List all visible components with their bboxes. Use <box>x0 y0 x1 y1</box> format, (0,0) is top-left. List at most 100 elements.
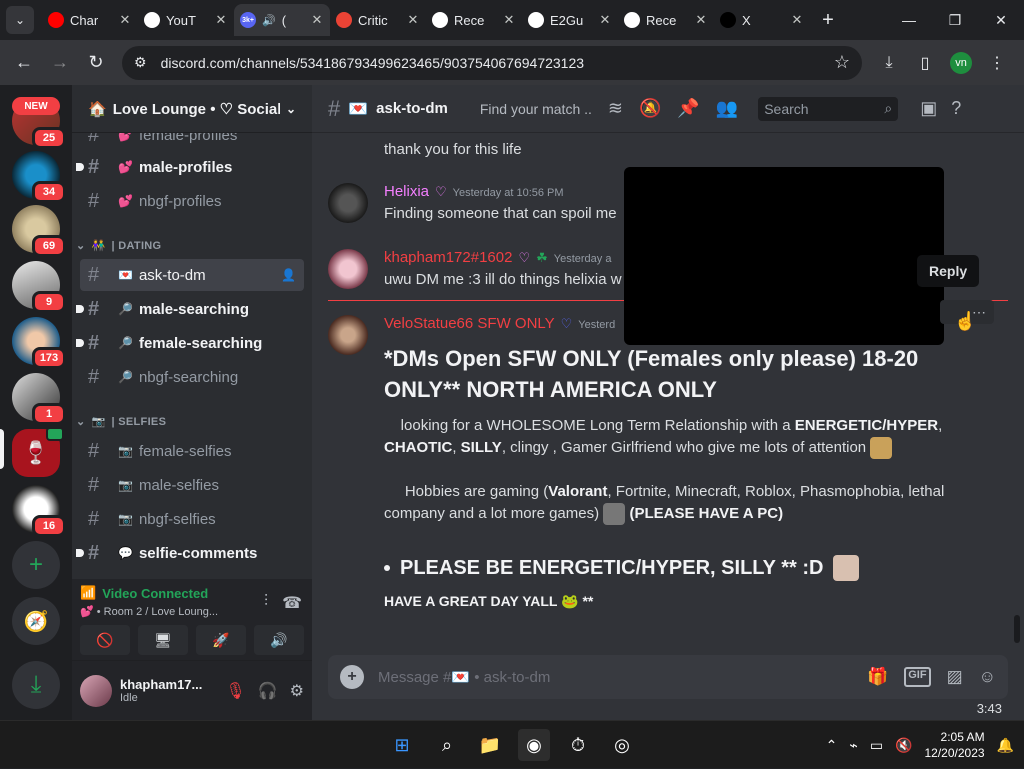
new-tab-button[interactable]: + <box>814 6 842 34</box>
network-icon[interactable]: ⌁ <box>849 737 857 754</box>
clock[interactable]: 2:05 AM 12/20/2023 <box>925 729 985 761</box>
user-info[interactable]: khapham17... Idle <box>120 677 217 704</box>
threads-icon[interactable]: ≋ <box>608 98 623 119</box>
message-author[interactable]: khapham172#1602 <box>384 249 512 266</box>
server-icon[interactable]: 16 <box>12 485 66 537</box>
inbox-icon[interactable]: ▣ <box>920 98 937 119</box>
address-bar[interactable]: ⚙ discord.com/channels/53418679349962346… <box>122 45 862 80</box>
browser-tab[interactable]: E2Gu ✕ <box>522 4 618 36</box>
chevron-up-icon[interactable]: ⌃ <box>826 737 838 754</box>
notification-bell-icon[interactable]: 🔕 <box>639 98 661 119</box>
avatar[interactable] <box>80 674 112 707</box>
file-explorer-icon[interactable]: 📁 <box>474 729 506 761</box>
video-overlay[interactable] <box>624 167 944 345</box>
gift-icon[interactable]: 🎁 <box>867 667 888 687</box>
browser-tab[interactable]: 3k+ 🔊 (✕ <box>234 4 330 36</box>
explore-servers-button[interactable]: 🧭 <box>12 597 60 645</box>
channel-nbgf-profiles[interactable]: # 💕 nbgf-profiles <box>80 185 304 217</box>
soundboard-button[interactable]: 🔊 <box>254 625 304 655</box>
close-tab-icon[interactable]: ✕ <box>118 12 132 28</box>
close-tab-icon[interactable]: ✕ <box>790 12 804 28</box>
message-composer[interactable]: + Message #💌 • ask-to-dm 🎁 GIF ▨ ☺ <box>328 655 1008 699</box>
emoji-picker-icon[interactable]: ☺ <box>979 667 996 687</box>
close-tab-icon[interactable]: ✕ <box>694 12 708 28</box>
display-icon[interactable]: ▭ <box>870 737 883 754</box>
sticker-icon[interactable]: ▨ <box>947 667 963 687</box>
side-panel-icon[interactable]: ▯ <box>910 48 940 78</box>
guild-header[interactable]: 🏠 Love Lounge • ♡ Social ⌄ <box>72 85 312 133</box>
maximize-button[interactable]: ❐ <box>932 0 978 40</box>
start-button[interactable]: ⊞ <box>386 729 418 761</box>
reload-button[interactable]: ↻ <box>78 45 114 81</box>
chrome-icon[interactable]: ◉ <box>518 729 550 761</box>
avatar[interactable] <box>328 315 368 355</box>
channel-female-searching[interactable]: # 🔎 female-searching <box>76 327 304 359</box>
browser-tab[interactable]: Rece ✕ <box>618 4 714 36</box>
minimize-button[interactable]: — <box>886 0 932 40</box>
close-tab-icon[interactable]: ✕ <box>406 12 420 28</box>
upload-plus-button[interactable]: + <box>340 665 364 689</box>
channel-male-selfies[interactable]: # 📷 male-selfies <box>80 469 304 501</box>
server-icon[interactable]: 173 <box>12 317 66 369</box>
mic-muted-icon[interactable]: 🎙 <box>225 681 245 701</box>
channel-female-profiles[interactable]: # 💕 female-profiles <box>80 133 304 151</box>
channel-nbgf-selfies[interactable]: # 📷 nbgf-selfies <box>80 503 304 535</box>
back-button[interactable]: ← <box>6 45 42 81</box>
server-icon-love-lounge[interactable]: 🍷 <box>12 427 64 477</box>
server-icon[interactable]: 1 <box>12 373 66 425</box>
channel-male-profiles[interactable]: # 💕 male-profiles <box>76 151 304 183</box>
activities-button[interactable]: 🚀 <box>196 625 246 655</box>
server-icon[interactable]: 69 <box>12 205 66 257</box>
close-tab-icon[interactable]: ✕ <box>502 12 516 28</box>
browser-tab[interactable]: X ✕ <box>714 4 810 36</box>
audio-playing-icon[interactable]: 🔊 <box>262 14 276 27</box>
close-window-button[interactable]: ✕ <box>978 0 1024 40</box>
site-info-icon[interactable]: ⚙ <box>134 54 147 71</box>
close-tab-icon[interactable]: ✕ <box>214 12 228 28</box>
app-icon[interactable]: ⏱ <box>562 729 594 761</box>
member-list-icon[interactable]: 👥 <box>716 98 738 119</box>
screen-share-button[interactable]: 🖥 <box>138 625 188 655</box>
profile-button[interactable]: vn <box>946 48 976 78</box>
help-icon[interactable]: ? <box>951 98 961 119</box>
category-selfies[interactable]: ⌄ 📷 | SELFIES <box>76 415 166 429</box>
disconnect-icon[interactable]: ☎ <box>282 593 302 613</box>
close-tab-icon[interactable]: ✕ <box>310 12 324 28</box>
tab-search-button[interactable]: ⌄ <box>6 6 34 34</box>
server-icon[interactable]: 34 <box>12 151 66 203</box>
gear-icon[interactable]: ⚙ <box>290 681 304 701</box>
avatar[interactable] <box>328 183 368 223</box>
pin-icon[interactable]: 📌 <box>677 98 699 119</box>
browser-tab[interactable]: YouT ✕ <box>138 4 234 36</box>
volume-muted-icon[interactable]: 🔇 <box>895 737 912 754</box>
url-text[interactable]: discord.com/channels/534186793499623465/… <box>161 55 820 71</box>
forward-button[interactable]: → <box>42 45 78 81</box>
message-input[interactable]: Message #💌 • ask-to-dm <box>378 668 853 686</box>
search-icon[interactable]: ⌕ <box>431 729 463 761</box>
channel-male-searching[interactable]: # 🔎 male-searching <box>76 293 304 325</box>
add-server-button[interactable]: + <box>12 541 60 589</box>
channel-ask-to-dm[interactable]: # 💌 ask-to-dm 👤 <box>80 259 304 291</box>
channel-selfie-comments[interactable]: # 💬 selfie-comments <box>76 537 304 569</box>
obs-icon[interactable]: ◎ <box>606 729 638 761</box>
message-author[interactable]: VeloStatue66 SFW ONLY <box>384 315 555 332</box>
channel-topic[interactable]: Find your match ... <box>480 101 592 117</box>
bookmark-star-icon[interactable]: ☆ <box>834 52 850 73</box>
download-apps-button[interactable]: ⤓ <box>12 661 60 709</box>
headphones-icon[interactable]: 🎧 <box>258 681 278 701</box>
avatar[interactable] <box>328 249 368 289</box>
download-icon[interactable]: ⤓ <box>874 48 904 78</box>
browser-tab[interactable]: Char ✕ <box>42 4 138 36</box>
gif-icon[interactable]: GIF <box>904 667 931 687</box>
notification-bell-icon[interactable]: 🔔 <box>997 737 1014 754</box>
noise-suppression-icon[interactable]: ⫶ <box>264 593 268 613</box>
channel-nbgf-searching[interactable]: # 🔎 nbgf-searching <box>80 361 304 393</box>
search-input[interactable]: Search ⌕ <box>758 96 899 121</box>
browser-tab[interactable]: Rece ✕ <box>426 4 522 36</box>
camera-off-button[interactable]: 🚫 <box>80 625 130 655</box>
category-dating[interactable]: ⌄ 👫 | DATING <box>76 239 161 253</box>
browser-tab[interactable]: Critic ✕ <box>330 4 426 36</box>
server-icon[interactable]: 9 <box>12 261 66 313</box>
invite-member-icon[interactable]: 👤 <box>281 268 296 282</box>
scrollbar[interactable] <box>1014 615 1020 643</box>
